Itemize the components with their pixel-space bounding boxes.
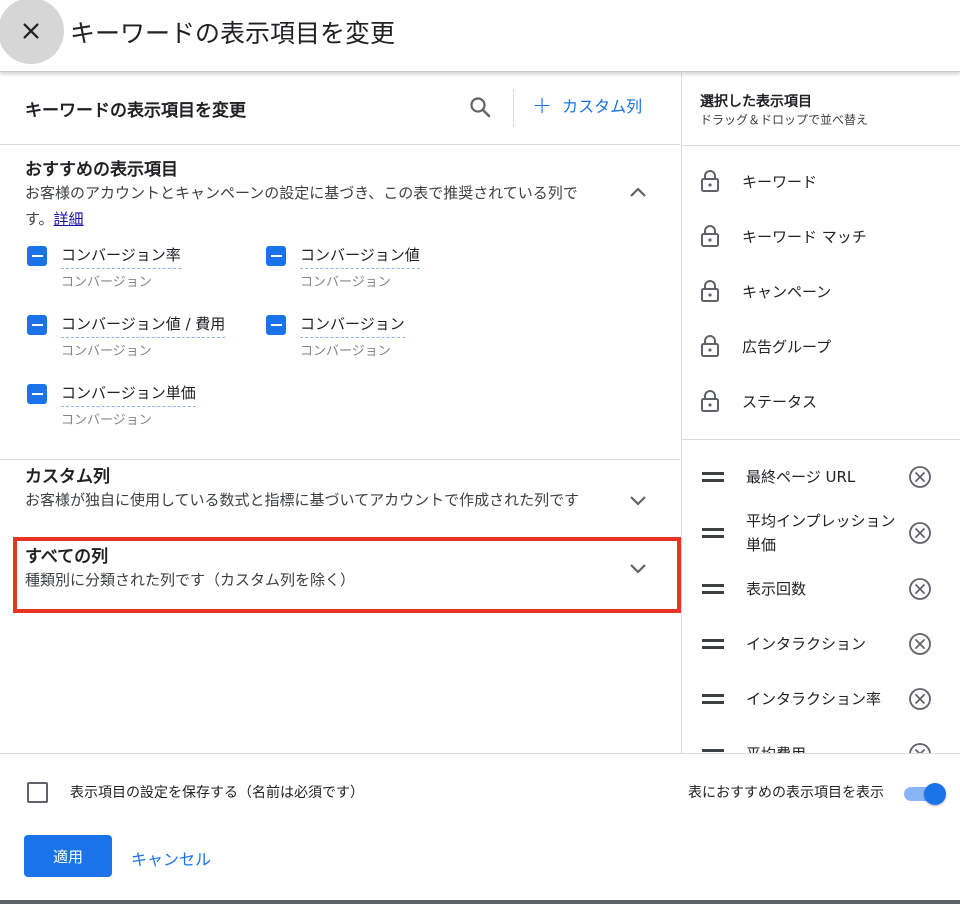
movable-column-label: 最終ページ URL [746, 468, 856, 486]
locked-column-item: 広告グループ [700, 334, 831, 358]
recommended-item[interactable]: コンバージョン単価 コンバージョン [27, 382, 196, 428]
column-picker-panel: キーワードの表示項目を変更 + カスタム列 おすすめの表示項目 お客様のアカウン… [0, 73, 680, 753]
remove-circle-icon[interactable] [908, 687, 932, 711]
movable-column-item[interactable]: インタラクション [702, 632, 942, 656]
cancel-button[interactable]: キャンセル [131, 846, 211, 870]
drag-handle-icon[interactable] [702, 472, 724, 486]
recommended-section-description: お客様のアカウントとキャンペーンの設定に基づき、この表で推奨されている列です。詳… [25, 180, 590, 232]
lock-icon [701, 335, 719, 357]
movable-column-item[interactable]: 表示回数 [702, 577, 942, 601]
checkbox-indeterminate[interactable] [266, 246, 286, 266]
drag-handle-icon[interactable] [702, 528, 724, 542]
lock-icon [701, 170, 719, 192]
selected-columns-title: 選択した表示項目 [700, 94, 812, 110]
movable-column-label: インタラクション [746, 635, 867, 653]
details-link[interactable]: 詳細 [54, 210, 84, 228]
locked-column-label: キーワード [742, 172, 818, 191]
remove-circle-icon[interactable] [908, 632, 932, 656]
remove-circle-icon[interactable] [908, 577, 932, 601]
panel-divider [682, 145, 960, 146]
header-divider [513, 89, 514, 127]
locked-column-label: 広告グループ [742, 337, 832, 356]
custom-columns-section-title[interactable]: カスタム列 [25, 462, 110, 487]
locked-column-item: ステータス [700, 389, 817, 413]
locked-column-label: キーワード マッチ [742, 227, 867, 246]
plus-icon: + [532, 91, 553, 119]
recommended-item-label: コンバージョン値 [300, 244, 420, 269]
drag-handle-icon[interactable] [702, 639, 724, 653]
add-custom-column-label: カスタム列 [562, 97, 643, 116]
locked-column-item: キーワード [700, 169, 817, 193]
column-picker-title: キーワードの表示項目を変更 [25, 101, 246, 121]
recommended-item-label: コンバージョン [300, 313, 405, 338]
movable-column-item[interactable]: 平均費用 [702, 742, 942, 753]
recommended-item[interactable]: コンバージョン コンバージョン [266, 313, 405, 359]
recommended-item-label: コンバージョン単価 [61, 382, 196, 407]
recommended-item-category: コンバージョン [61, 413, 152, 428]
movable-column-item[interactable]: インタラクション率 [702, 687, 942, 711]
locked-column-item: キーワード マッチ [700, 224, 867, 248]
show-recommended-toggle[interactable] [904, 781, 948, 805]
chevron-up-icon[interactable] [626, 181, 650, 205]
search-icon[interactable] [468, 95, 492, 119]
save-settings-checkbox[interactable] [27, 782, 48, 803]
remove-circle-icon[interactable] [908, 465, 932, 489]
apply-button[interactable]: 適用 [24, 835, 112, 877]
recommended-item-category: コンバージョン [61, 275, 152, 290]
bottom-edge [0, 900, 960, 904]
locked-column-item: キャンペーン [700, 279, 831, 303]
dialog-header: キーワードの表示項目を変更 [0, 0, 960, 72]
recommended-item-label: コンバージョン率 [61, 244, 181, 269]
save-settings-label[interactable]: 表示項目の設定を保存する（名前は必須です） [70, 782, 364, 802]
recommended-item[interactable]: コンバージョン値 / 費用 コンバージョン [27, 313, 226, 359]
movable-column-label: 平均インプレッション単価 [746, 512, 896, 554]
movable-column-label: インタラクション率 [746, 690, 882, 708]
checkbox-indeterminate[interactable] [27, 246, 47, 266]
checkbox-indeterminate[interactable] [27, 384, 47, 404]
remove-circle-icon[interactable] [908, 742, 932, 753]
checkbox-indeterminate[interactable] [266, 315, 286, 335]
lock-icon [701, 390, 719, 412]
show-recommended-label: 表におすすめの表示項目を表示 [688, 785, 884, 801]
recommended-item[interactable]: コンバージョン値 コンバージョン [266, 244, 420, 290]
movable-column-item[interactable]: 最終ページ URL [702, 465, 942, 489]
locked-column-label: キャンペーン [742, 282, 832, 301]
close-icon [23, 23, 39, 39]
column-picker-header: キーワードの表示項目を変更 + カスタム列 [0, 73, 680, 145]
close-button[interactable] [0, 0, 64, 64]
selected-columns-subtitle: ドラッグ＆ドロップで並べ替え [700, 113, 869, 127]
selected-columns-panel: 選択した表示項目 ドラッグ＆ドロップで並べ替え キーワード キーワード マッチ … [681, 73, 960, 753]
movable-column-item[interactable]: 平均インプレッション単価 [702, 509, 942, 557]
highlight-annotation [13, 537, 681, 613]
lock-icon [701, 280, 719, 302]
movable-column-label: 表示回数 [746, 580, 807, 598]
recommended-item[interactable]: コンバージョン率 コンバージョン [27, 244, 181, 290]
movable-column-label: 平均費用 [746, 742, 896, 753]
recommended-item-category: コンバージョン [300, 344, 391, 359]
recommended-item-category: コンバージョン [300, 275, 391, 290]
dialog-footer: 表示項目の設定を保存する（名前は必須です） 表におすすめの表示項目を表示 適用 … [0, 753, 960, 904]
recommended-item-label: コンバージョン値 / 費用 [61, 313, 226, 338]
add-custom-column-button[interactable]: + カスタム列 [532, 93, 642, 117]
recommended-description-text: お客様のアカウントとキャンペーンの設定に基づき、この表で推奨されている列です。 [25, 184, 578, 228]
lock-icon [701, 225, 719, 247]
drag-handle-icon[interactable] [702, 584, 724, 598]
checkbox-indeterminate[interactable] [27, 315, 47, 335]
chevron-down-icon[interactable] [626, 488, 650, 512]
recommended-item-category: コンバージョン [61, 344, 152, 359]
panel-divider [682, 439, 960, 440]
section-divider [0, 459, 680, 460]
drag-handle-icon[interactable] [702, 694, 724, 708]
locked-column-label: ステータス [742, 392, 818, 411]
custom-columns-section-description: お客様が独自に使用している数式と指標に基づいてアカウントで作成された列です [25, 491, 580, 509]
remove-circle-icon[interactable] [908, 521, 932, 545]
dialog-title: キーワードの表示項目を変更 [70, 19, 396, 48]
recommended-section-title: おすすめの表示項目 [25, 160, 178, 180]
